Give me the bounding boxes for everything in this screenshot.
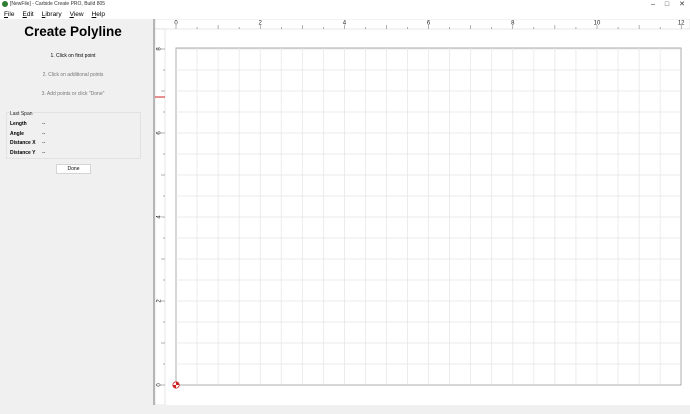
distance-y-label: Distance Y bbox=[10, 149, 36, 156]
close-button[interactable]: ✕ bbox=[675, 0, 689, 9]
step-1-text: 1. Click on first point bbox=[50, 53, 96, 59]
menu-bar: File Edit Library View Help bbox=[0, 9, 690, 19]
canvas-svg[interactable]: 0 2 4 6 8 10 1202468 bbox=[155, 19, 690, 405]
status-bar bbox=[0, 405, 690, 414]
distance-x-value: -- bbox=[42, 140, 46, 146]
window-title: [NewFile] - Carbide Create PRO, Build 80… bbox=[10, 1, 106, 7]
distance-x-label: Distance X bbox=[10, 140, 36, 146]
done-button[interactable]: Done bbox=[56, 164, 91, 174]
panel-title: Create Polyline bbox=[24, 24, 122, 39]
length-value: -- bbox=[42, 121, 46, 127]
title-bar: [NewFile] - Carbide Create PRO, Build 80… bbox=[0, 0, 690, 9]
angle-value: -- bbox=[42, 130, 46, 137]
last-span-title: Last Span bbox=[10, 111, 33, 117]
menu-edit[interactable]: Edit bbox=[23, 11, 34, 18]
distance-y-row: Distance Y -- bbox=[10, 150, 45, 156]
distance-x-row: Distance X -- bbox=[10, 140, 45, 146]
top-ruler bbox=[155, 19, 690, 30]
minimize-button[interactable]: – bbox=[646, 0, 660, 9]
step-2-text: 2. Click on additional points bbox=[42, 72, 104, 78]
distance-y-value: -- bbox=[42, 149, 46, 156]
menu-file[interactable]: File bbox=[4, 11, 15, 18]
design-canvas[interactable]: 0 2 4 6 8 10 12 0 2 4 6 8 bbox=[155, 19, 690, 405]
step-3-text: 3. Add points or click "Done" bbox=[41, 91, 105, 97]
last-span-group: Last Span Length -- Angle -- Distance X -- … bbox=[6, 111, 141, 159]
angle-label: Angle bbox=[10, 130, 24, 137]
origin-quadrant bbox=[172, 385, 176, 389]
tool-panel: Create Polyline 1. Click on first point … bbox=[0, 19, 153, 414]
x-ruler-label: 10 bbox=[594, 21, 601, 27]
angle-row: Angle -- bbox=[10, 131, 45, 137]
length-label: Length bbox=[10, 121, 27, 127]
maximize-button[interactable]: □ bbox=[660, 0, 674, 9]
x-ruler-label: 12 bbox=[678, 21, 685, 27]
menu-library[interactable]: Library bbox=[42, 11, 62, 18]
app-icon bbox=[2, 1, 8, 7]
menu-view[interactable]: View bbox=[70, 11, 84, 18]
menu-help[interactable]: Help bbox=[92, 11, 105, 18]
length-row: Length -- bbox=[10, 121, 45, 127]
